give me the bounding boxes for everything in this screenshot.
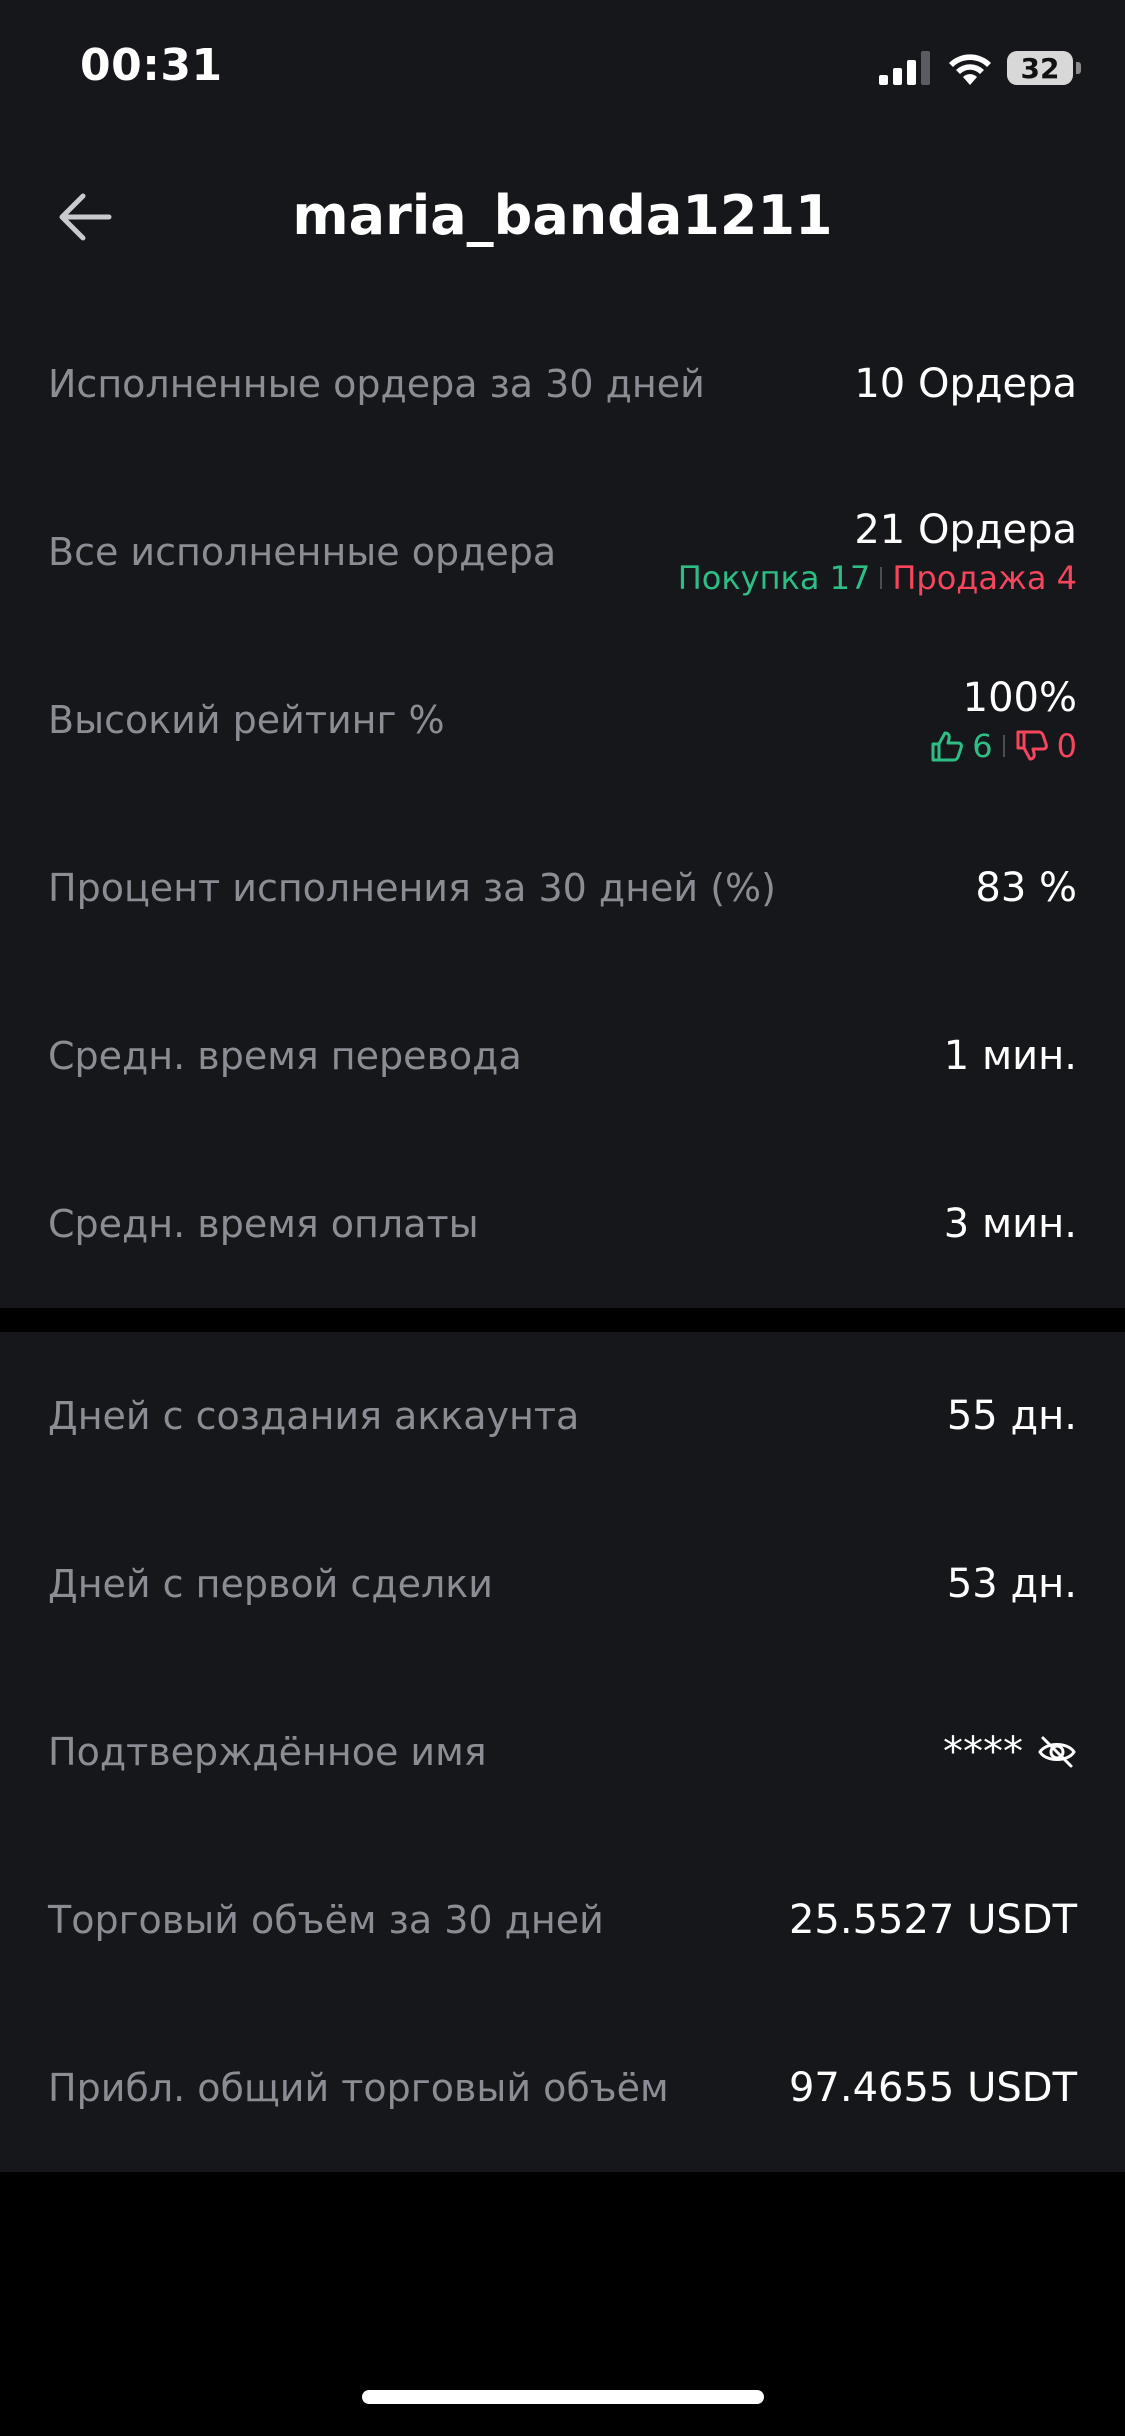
- stat-label: Средн. время перевода: [48, 1034, 522, 1078]
- likes-count: 6: [972, 727, 993, 765]
- home-indicator[interactable]: [362, 2390, 764, 2404]
- masked-name: ****: [943, 1729, 1023, 1775]
- stat-value-wrap: ****: [943, 1729, 1077, 1775]
- stat-value: 21 Ордера: [854, 507, 1077, 553]
- stat-row-total-volume: Прибл. общий торговый объём 97.4655 USDT: [0, 2004, 1125, 2172]
- stat-row-rating: Высокий рейтинг % 100% 6 0: [0, 636, 1125, 804]
- stat-row-all-orders: Все исполненные ордера 21 Ордера Покупка…: [0, 468, 1125, 636]
- stat-value: 53 дн.: [946, 1561, 1077, 1607]
- stat-label: Процент исполнения за 30 дней (%): [48, 866, 776, 910]
- stat-value-wrap: 55 дн.: [947, 1393, 1077, 1439]
- verified-name-value: ****: [943, 1729, 1077, 1775]
- dislikes-count: 0: [1056, 727, 1077, 765]
- stat-row-orders-30d: Исполненные ордера за 30 дней 10 Ордера: [0, 300, 1125, 468]
- stat-label: Исполненные ордера за 30 дней: [48, 362, 705, 406]
- stat-label: Средн. время оплаты: [48, 1202, 479, 1246]
- stat-row-verified-name: Подтверждённое имя ****: [0, 1668, 1125, 1836]
- battery-level: 32: [1020, 51, 1060, 85]
- stat-value-wrap: 1 мин.: [944, 1033, 1077, 1079]
- section-divider: [0, 1308, 1125, 1332]
- stat-row-avg-payment-time: Средн. время оплаты 3 мин.: [0, 1140, 1125, 1308]
- stat-value: 97.4655 USDT: [788, 2065, 1077, 2111]
- stats-list-primary: Исполненные ордера за 30 дней 10 Ордера …: [0, 300, 1125, 1308]
- stat-row-volume-30d: Торговый объём за 30 дней 25.5527 USDT: [0, 1836, 1125, 2004]
- page-header: maria_banda1211: [0, 132, 1125, 302]
- stat-label: Подтверждённое имя: [48, 1730, 487, 1774]
- stat-value: 10 Ордера: [854, 361, 1077, 407]
- dislikes: 0: [1015, 727, 1077, 765]
- stat-value-wrap: 3 мин.: [944, 1201, 1077, 1247]
- stat-value: 55 дн.: [946, 1393, 1077, 1439]
- stat-value-wrap: 100% 6 0: [930, 675, 1077, 765]
- stat-value: 25.5527 USDT: [788, 1897, 1077, 1943]
- stats-list-secondary: Дней с создания аккаунта 55 дн. Дней с п…: [0, 1332, 1125, 2172]
- stats-card-primary: maria_banda1211 Исполненные ордера за 30…: [0, 132, 1125, 1308]
- stat-label: Торговый объём за 30 дней: [48, 1898, 604, 1942]
- stat-label: Прибл. общий торговый объём: [48, 2066, 669, 2110]
- stat-value-wrap: 25.5527 USDT: [789, 1897, 1077, 1943]
- stat-row-completion-rate: Процент исполнения за 30 дней (%) 83 %: [0, 804, 1125, 972]
- signal-icon: [879, 51, 930, 85]
- stat-label: Все исполненные ордера: [48, 530, 557, 574]
- stat-value-wrap: 10 Ордера: [854, 361, 1077, 407]
- stat-label: Высокий рейтинг %: [48, 698, 445, 742]
- stat-value: 3 мин.: [943, 1201, 1077, 1247]
- stat-label: Дней с создания аккаунта: [48, 1394, 580, 1438]
- stat-row-account-age: Дней с создания аккаунта 55 дн.: [0, 1332, 1125, 1500]
- page-title: maria_banda1211: [292, 184, 833, 247]
- stat-value-wrap: 97.4655 USDT: [789, 2065, 1077, 2111]
- stat-value-wrap: 53 дн.: [947, 1561, 1077, 1607]
- stat-value-wrap: 83 %: [975, 865, 1077, 911]
- status-icons: 32: [879, 46, 1081, 90]
- stat-label: Дней с первой сделки: [48, 1562, 493, 1606]
- stats-card-secondary: Дней с создания аккаунта 55 дн. Дней с п…: [0, 1332, 1125, 2172]
- buy-count: Покупка 17: [677, 559, 871, 597]
- wifi-icon: [949, 54, 991, 85]
- status-bar: 00:31 32: [0, 0, 1125, 132]
- sell-count: Продажа 4: [892, 559, 1077, 597]
- rating-breakdown: 6 0: [930, 727, 1077, 765]
- separator: [880, 567, 883, 589]
- battery-tip: [1076, 62, 1081, 74]
- stat-value: 100%: [962, 675, 1077, 721]
- separator: [1002, 735, 1005, 757]
- stat-row-avg-transfer-time: Средн. время перевода 1 мин.: [0, 972, 1125, 1140]
- stat-value: 83 %: [975, 865, 1077, 911]
- stat-row-first-trade: Дней с первой сделки 53 дн.: [0, 1500, 1125, 1668]
- thumbs-up-icon: [931, 731, 964, 762]
- thumbs-down-icon: [1016, 730, 1048, 761]
- eye-off-icon[interactable]: [1037, 1735, 1077, 1769]
- stat-value: 1 мин.: [943, 1033, 1077, 1079]
- stat-value-wrap: 21 Ордера Покупка 17 Продажа 4: [678, 507, 1077, 597]
- battery-icon: 32: [1007, 51, 1073, 85]
- buy-sell-breakdown: Покупка 17 Продажа 4: [678, 559, 1077, 597]
- status-time: 00:31: [80, 40, 223, 91]
- likes: 6: [930, 727, 993, 765]
